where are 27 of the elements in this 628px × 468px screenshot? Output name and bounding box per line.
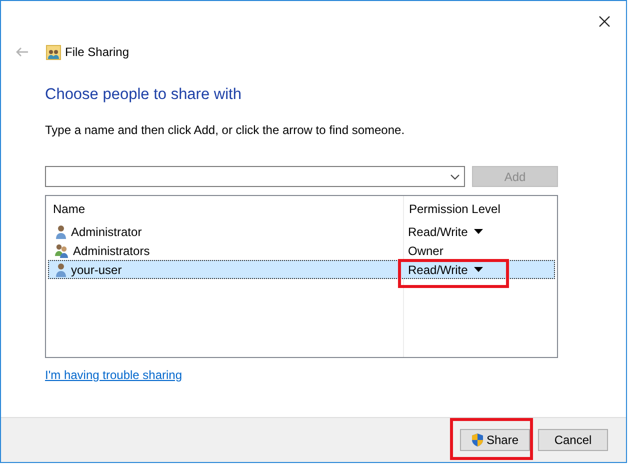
user-name: Administrator [71, 224, 142, 240]
permission-level[interactable]: Read/Write [408, 222, 468, 240]
permission-level[interactable]: Read/Write [408, 260, 468, 278]
user-icon [54, 262, 68, 278]
shield-icon [471, 433, 484, 447]
user-icon [54, 224, 68, 240]
permission-level: Owner [408, 242, 444, 260]
dropdown-arrow-icon[interactable] [474, 267, 483, 272]
list-row[interactable]: your-user Read/Write [48, 260, 555, 279]
list-row[interactable]: Administrator Read/Write [48, 222, 555, 241]
user-name: your-user [71, 262, 122, 278]
users-icon [54, 242, 70, 258]
cancel-button[interactable]: Cancel [538, 429, 608, 451]
share-button[interactable]: Share [460, 429, 530, 451]
page-heading: Choose people to share with [45, 85, 242, 105]
list-row[interactable]: Administrators Owner [48, 241, 555, 260]
shared-folder-icon [46, 44, 61, 60]
user-name: Administrators [73, 242, 150, 260]
column-header[interactable]: Name [46, 200, 403, 218]
window-title: File Sharing [65, 44, 130, 61]
dropdown-arrow-icon[interactable] [474, 229, 483, 234]
column-header[interactable]: Permission Level [403, 200, 500, 218]
close-icon[interactable] [599, 16, 610, 27]
help-link[interactable]: I'm having trouble sharing [45, 366, 182, 384]
chevron-down-icon[interactable] [450, 174, 460, 180]
name-combo-field[interactable] [45, 166, 465, 187]
instruction-text: Type a name and then click Add, or click the arrow to find someone. [45, 122, 406, 138]
